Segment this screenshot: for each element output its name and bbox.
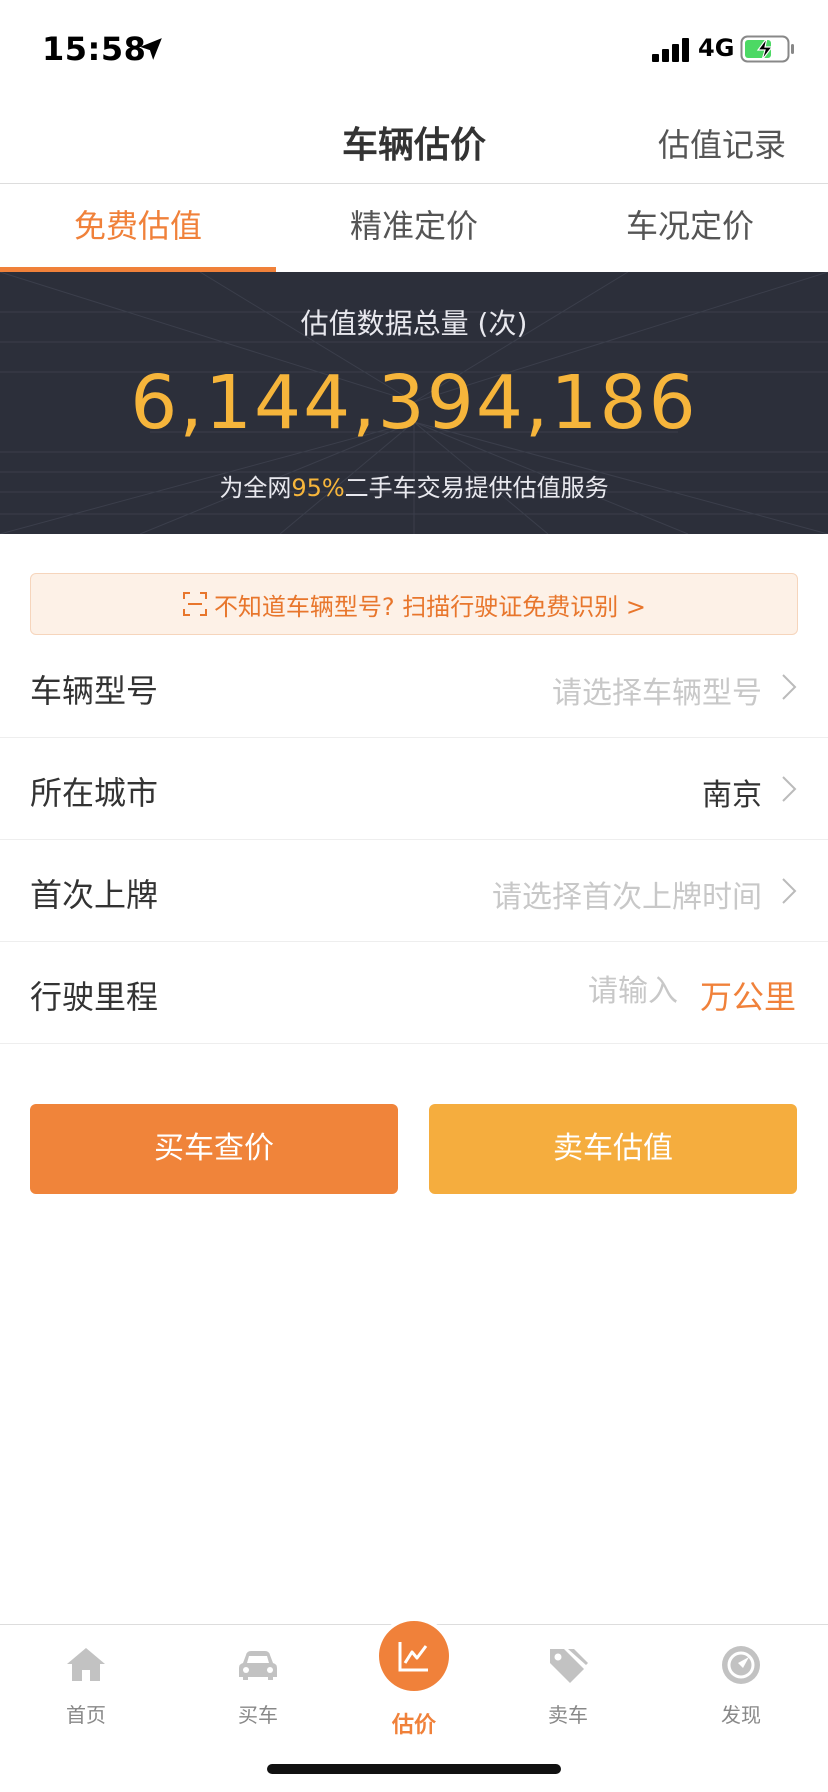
- battery-charging-icon: [740, 35, 794, 63]
- subtitle-suffix: 二手车交易提供估值服务: [344, 474, 609, 502]
- mileage-row: 行驶里程 万公里: [0, 942, 828, 1044]
- price-tag-icon: [550, 1649, 588, 1683]
- car-icon: [239, 1651, 277, 1680]
- chevron-right-icon: [782, 776, 797, 802]
- tabbar-label-home: 首页: [66, 1703, 106, 1727]
- buy-car-price-button[interactable]: 买车查价: [30, 1104, 398, 1194]
- subtitle-percentage: 95%: [291, 474, 345, 502]
- valuation-form: 车辆型号 请选择车辆型号 所在城市 南京 首次上牌 请选择首次上牌时间 行驶里程…: [0, 636, 828, 1044]
- scan-icon: [182, 592, 207, 616]
- tabbar-item-sell[interactable]: 卖车: [508, 1643, 628, 1728]
- location-arrow-icon: [140, 38, 162, 60]
- first-registration-row[interactable]: 首次上牌 请选择首次上牌时间: [0, 840, 828, 942]
- tab-condition-pricing[interactable]: 车况定价: [552, 184, 828, 272]
- tabbar-item-discover[interactable]: 发现: [681, 1643, 801, 1728]
- page: 15:58 4G 车辆估价 估值记录 免费估值 精准定价 车况定价 估值数据总量…: [0, 0, 828, 1792]
- tab-label: 免费估值: [73, 207, 202, 245]
- valuation-stats-banner: 估值数据总量 (次) 6,144,394,186 为全网95%二手车交易提供估值…: [0, 272, 828, 534]
- banner-subtitle: 为全网95%二手车交易提供估值服务: [0, 468, 828, 503]
- status-time: 15:58: [42, 30, 147, 68]
- estimate-center-button: [379, 1621, 449, 1691]
- signal-icon: [652, 38, 689, 62]
- vehicle-model-value: 请选择车辆型号: [552, 676, 762, 711]
- tabbar-item-home[interactable]: 首页: [26, 1643, 146, 1728]
- tab-precise-pricing[interactable]: 精准定价: [276, 184, 552, 272]
- tab-free-valuation[interactable]: 免费估值: [0, 184, 276, 272]
- mileage-label: 行驶里程: [30, 978, 159, 1016]
- tabbar-label-discover: 发现: [721, 1703, 761, 1727]
- banner-title: 估值数据总量 (次): [300, 307, 528, 340]
- first-registration-label: 首次上牌: [30, 876, 159, 914]
- tabbar-item-buy[interactable]: 买车: [198, 1643, 318, 1728]
- vehicle-model-label: 车辆型号: [30, 672, 159, 710]
- first-registration-value: 请选择首次上牌时间: [492, 880, 762, 915]
- valuation-count: 6,144,394,186: [130, 360, 698, 446]
- city-label: 所在城市: [30, 774, 159, 812]
- status-bar: 15:58 4G: [0, 0, 828, 100]
- scan-license-tip[interactable]: 不知道车辆型号? 扫描行驶证免费识别 >: [30, 573, 798, 635]
- mileage-input[interactable]: [478, 974, 678, 1009]
- scan-tip-text: 不知道车辆型号? 扫描行驶证免费识别 >: [213, 592, 647, 621]
- valuation-history-link[interactable]: 估值记录: [658, 120, 786, 166]
- valuation-tabs: 免费估值 精准定价 车况定价: [0, 184, 828, 272]
- compass-icon: [722, 1646, 760, 1684]
- home-indicator: [267, 1764, 561, 1774]
- tab-label: 精准定价: [349, 207, 478, 245]
- vehicle-model-row[interactable]: 车辆型号 请选择车辆型号: [0, 636, 828, 738]
- tabbar-label-buy: 买车: [238, 1703, 278, 1727]
- trend-chart-icon: [398, 1642, 428, 1672]
- nav-bar: 车辆估价 估值记录: [0, 100, 828, 184]
- subtitle-prefix: 为全网: [219, 474, 292, 502]
- tabbar-label-estimate: 估价: [391, 1713, 436, 1738]
- tab-label: 车况定价: [625, 207, 754, 245]
- tabbar-label-sell: 卖车: [548, 1703, 588, 1727]
- chevron-right-icon: [782, 674, 797, 700]
- mileage-unit: 万公里: [699, 978, 796, 1016]
- home-icon: [67, 1648, 105, 1681]
- city-value: 南京: [702, 778, 762, 813]
- city-row[interactable]: 所在城市 南京: [0, 738, 828, 840]
- chevron-right-icon: [782, 878, 797, 904]
- network-type: 4G: [698, 34, 735, 62]
- sell-car-valuation-button[interactable]: 卖车估值: [429, 1104, 797, 1194]
